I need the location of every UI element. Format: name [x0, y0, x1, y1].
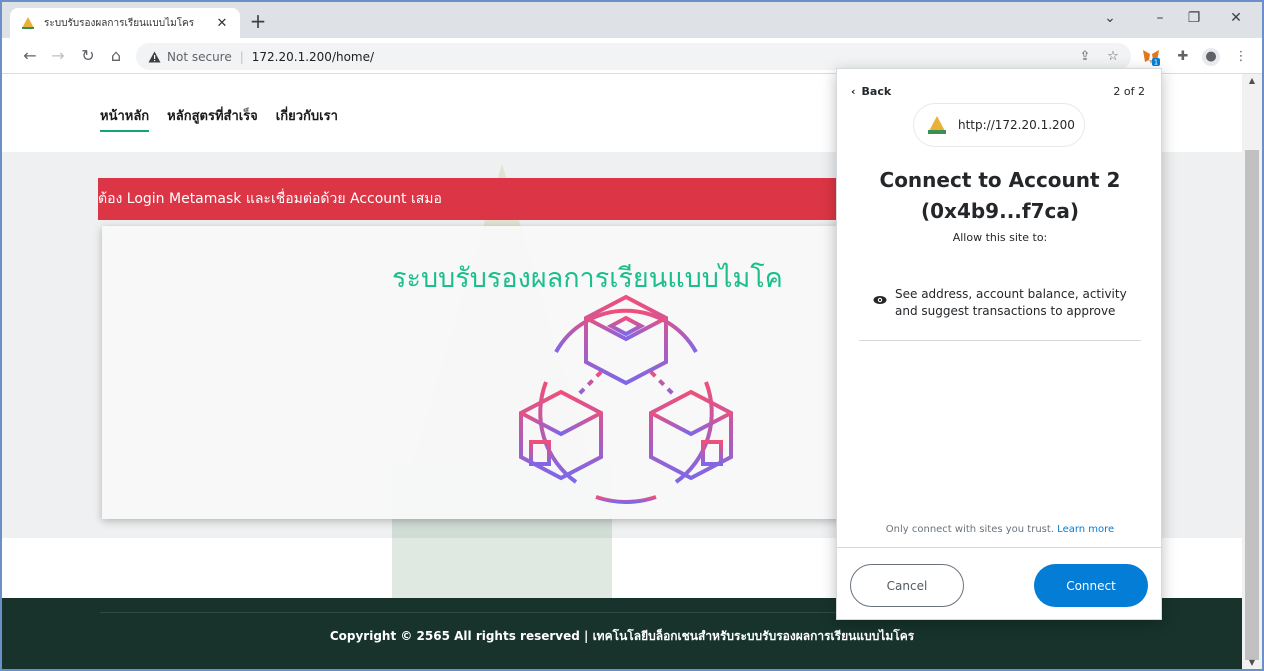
learn-more-link[interactable]: Learn more: [1057, 524, 1114, 535]
connect-title: Connect to Account 2 (0x4b9...f7ca): [837, 165, 1163, 227]
warning-icon: [148, 51, 161, 62]
footer-divider-line: [837, 547, 1163, 548]
close-window-button[interactable]: ✕: [1224, 10, 1248, 26]
site-favicon-icon: [22, 17, 34, 29]
back-arrow-icon[interactable]: ←: [20, 46, 40, 66]
eye-icon: [873, 296, 887, 304]
security-status[interactable]: Not secure: [167, 50, 232, 64]
url-separator: |: [239, 49, 244, 64]
scroll-thumb[interactable]: [1245, 150, 1259, 660]
trust-note: Only connect with sites you trust. Learn…: [837, 524, 1163, 535]
permission-text: See address, account balance, activity a…: [895, 287, 1127, 318]
nav-home[interactable]: หน้าหลัก: [100, 105, 150, 132]
nav-about[interactable]: เกี่ยวกับเรา: [276, 105, 338, 132]
share-icon[interactable]: ⇪: [1076, 48, 1094, 66]
home-icon[interactable]: ⌂: [106, 46, 126, 66]
trust-note-text: Only connect with sites you trust.: [885, 524, 1054, 535]
connect-title-account: Connect to Account 2: [879, 168, 1121, 192]
blockchain-cubes-icon: [519, 294, 733, 504]
scroll-down-arrow-icon[interactable]: ▼: [1242, 658, 1262, 667]
back-link[interactable]: ‹ Back: [851, 85, 891, 98]
chevron-left-icon: ‹: [851, 85, 856, 98]
tab-title: ระบบรับรองผลการเรียนแบบไมโคร: [44, 17, 195, 29]
site-emblem-icon: [928, 116, 946, 134]
connect-button[interactable]: Connect: [1034, 564, 1148, 607]
allow-label: Allow this site to:: [952, 231, 1048, 244]
hero-card: ระบบรับรองผลการเรียนแบบไมโค: [102, 226, 862, 519]
nav-completed-courses[interactable]: หลักสูตรที่สำเร็จ: [167, 105, 258, 132]
bookmark-star-icon[interactable]: ☆: [1104, 48, 1122, 66]
back-label: Back: [861, 85, 892, 98]
tab-search-chevron-icon[interactable]: ⌄: [1098, 10, 1122, 26]
scroll-up-arrow-icon[interactable]: ▲: [1242, 76, 1262, 85]
minimize-button[interactable]: –: [1148, 10, 1172, 26]
cancel-button[interactable]: Cancel: [850, 564, 964, 607]
permission-divider: [859, 340, 1141, 341]
step-indicator: 2 of 2: [1113, 85, 1145, 98]
footer-copyright: Copyright © 2565 All rights reserved | เ…: [329, 629, 915, 643]
tab-active[interactable]: ระบบรับรองผลการเรียนแบบไมโคร ✕: [10, 8, 240, 38]
profile-avatar-icon[interactable]: ●: [1202, 48, 1220, 66]
page-scrollbar[interactable]: ▲ ▼: [1242, 74, 1262, 669]
forward-arrow-icon[interactable]: →: [48, 46, 68, 66]
permission-item: See address, account balance, activity a…: [873, 286, 1133, 320]
extensions-puzzle-icon[interactable]: ✚: [1174, 48, 1192, 66]
connect-title-address: (0x4b9...f7ca): [920, 199, 1079, 223]
tab-strip: ระบบรับรองผลการเรียนแบบไมโคร ✕ + ⌄ – ❐ ✕: [2, 2, 1262, 38]
site-origin-url: http://172.20.1.200: [958, 118, 1075, 132]
new-tab-button[interactable]: +: [246, 10, 270, 34]
login-alert: ต้อง Login Metamask และเชื่อมต่อด้วย Acc…: [98, 178, 858, 220]
main-nav: หน้าหลัก หลักสูตรที่สำเร็จ เกี่ยวกับเรา: [100, 105, 338, 132]
extension-badge: 1: [1154, 59, 1158, 67]
metamask-fox-glyph-icon: 1: [1143, 50, 1160, 67]
menu-kebab-icon[interactable]: ⋮: [1232, 48, 1250, 66]
metamask-fox-icon[interactable]: 1: [1142, 48, 1160, 67]
address-bar[interactable]: Not secure | 172.20.1.200/home/: [136, 43, 1131, 70]
browser-window: ระบบรับรองผลการเรียนแบบไมโคร ✕ + ⌄ – ❐ ✕…: [0, 0, 1264, 671]
reload-icon[interactable]: ↻: [78, 46, 98, 66]
url-text[interactable]: 172.20.1.200/home/: [252, 50, 374, 64]
restore-button[interactable]: ❐: [1182, 10, 1206, 26]
close-tab-icon[interactable]: ✕: [214, 16, 230, 31]
metamask-connect-popup: ‹ Back 2 of 2 http://172.20.1.200 Connec…: [836, 68, 1163, 620]
site-origin-pill: http://172.20.1.200: [913, 103, 1085, 147]
